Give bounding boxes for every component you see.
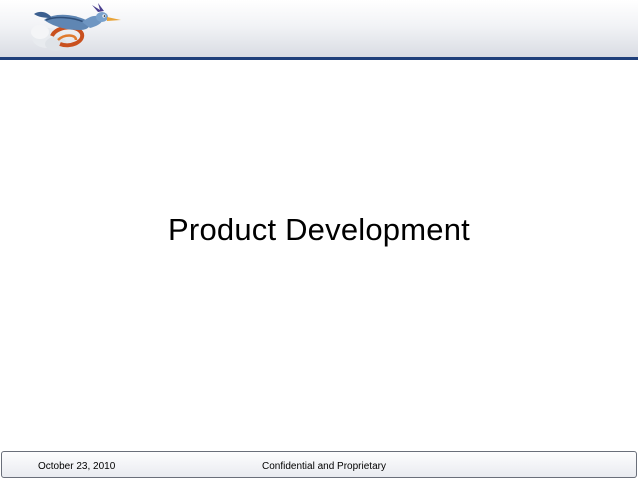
slide: Product Development October 23, 2010 Con… [0,0,638,478]
header-rule [0,57,638,60]
roadrunner-logo-icon [31,3,121,51]
slide-title: Product Development [168,212,470,247]
footer-confidential: Confidential and Proprietary [262,461,386,472]
footer-date: October 23, 2010 [38,461,116,472]
